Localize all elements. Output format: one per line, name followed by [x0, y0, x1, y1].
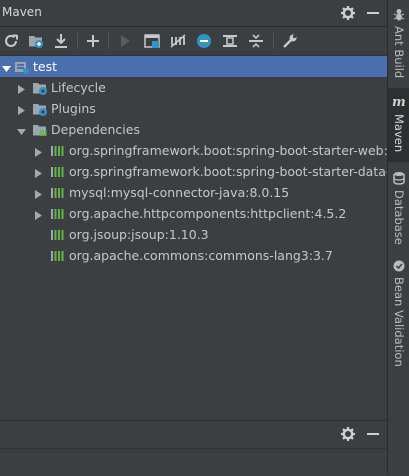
maven-project-icon — [14, 59, 30, 75]
tab-ant-build[interactable]: Ant Build — [388, 4, 409, 82]
collapsed-arrow-icon[interactable] — [34, 209, 43, 220]
tool-window-header: Maven — [0, 0, 387, 27]
maven-tool-window: Maven test Lifecycle Plugins Dependencie… — [0, 0, 387, 476]
plus-icon[interactable] — [84, 32, 102, 50]
tree-node-dependency[interactable]: org.apache.commons:commons-lang3:3.7 — [0, 245, 387, 266]
tree-node-label: org.apache.commons:commons-lang3:3.7 — [69, 248, 333, 263]
bean-validation-icon — [391, 259, 407, 273]
secondary-panel-body — [0, 448, 387, 476]
folder-gear-icon — [32, 80, 48, 96]
tree-node-lifecycle[interactable]: Lifecycle — [0, 77, 387, 98]
library-icon — [49, 143, 65, 159]
tree-node-label: mysql:mysql-connector-java:8.0.15 — [69, 185, 290, 200]
panel-title: Maven — [2, 5, 42, 19]
tree-node-label: org.jsoup:jsoup:1.10.3 — [69, 227, 209, 242]
maven-goal-icon[interactable] — [143, 32, 161, 50]
maven-m-icon: m — [391, 94, 407, 110]
library-icon — [49, 185, 65, 201]
tab-label: Ant Build — [392, 26, 406, 79]
tree-node-label: org.apache.httpcomponents:httpclient:4.5… — [69, 206, 347, 221]
tree-node-dependencies[interactable]: Dependencies — [0, 119, 387, 140]
library-icon — [49, 164, 65, 180]
hide-panel-icon[interactable] — [365, 426, 381, 442]
run-icon[interactable] — [116, 32, 134, 50]
toolbar-separator — [77, 33, 78, 49]
tree-node-dependency[interactable]: org.apache.httpcomponents:httpclient:4.5… — [0, 203, 387, 224]
tree-node-dependency[interactable]: mysql:mysql-connector-java:8.0.15 — [0, 182, 387, 203]
expanded-arrow-icon[interactable] — [17, 125, 26, 135]
svg-text:m: m — [392, 95, 406, 108]
settings-wrench-icon[interactable] — [281, 32, 299, 50]
tree-node-plugins[interactable]: Plugins — [0, 98, 387, 119]
right-tool-strip: Ant Build m Maven Database Bean Validati… — [387, 0, 409, 475]
tree-node-dependency[interactable]: org.springframework.boot:spring-boot-sta… — [0, 140, 387, 161]
tree-node-label: Dependencies — [51, 122, 140, 137]
toolbar-separator — [108, 33, 109, 49]
maven-projects-tree: test Lifecycle Plugins Dependencies org.… — [0, 56, 387, 416]
collapsed-arrow-icon[interactable] — [34, 188, 43, 199]
folder-library-icon — [32, 122, 48, 138]
refresh-icon[interactable] — [2, 32, 20, 50]
hide-panel-icon[interactable] — [365, 5, 381, 21]
tree-node-label: Plugins — [51, 101, 96, 116]
tree-node-project[interactable]: test — [0, 56, 387, 77]
tab-label: Bean Validation — [392, 277, 406, 367]
database-icon — [391, 171, 407, 185]
gear-icon[interactable] — [340, 426, 356, 442]
show-dependencies-icon[interactable] — [221, 32, 239, 50]
download-icon[interactable] — [52, 32, 70, 50]
skip-tests-icon[interactable] — [195, 32, 213, 50]
folder-gear-icon — [32, 101, 48, 117]
collapsed-arrow-icon[interactable] — [17, 83, 26, 94]
library-icon — [49, 248, 65, 264]
tree-node-label: org.springframework.boot:spring-boot-sta… — [69, 164, 387, 179]
secondary-panel-header — [0, 420, 387, 448]
tab-maven[interactable]: m Maven — [388, 88, 409, 162]
library-icon — [49, 206, 65, 222]
add-maven-projects-icon[interactable] — [27, 32, 45, 50]
collapse-all-icon[interactable] — [247, 32, 265, 50]
tree-node-dependency[interactable]: org.jsoup:jsoup:1.10.3 — [0, 224, 387, 245]
tree-node-label: org.springframework.boot:spring-boot-sta… — [69, 143, 387, 158]
toggle-offline-icon[interactable] — [169, 32, 187, 50]
tab-label: Database — [392, 190, 406, 245]
tree-node-dependency[interactable]: org.springframework.boot:spring-boot-sta… — [0, 161, 387, 182]
tab-database[interactable]: Database — [388, 168, 409, 245]
maven-toolbar — [0, 27, 387, 56]
collapsed-arrow-icon[interactable] — [34, 146, 43, 157]
ant-icon — [391, 8, 407, 22]
tree-node-label: test — [33, 59, 58, 74]
collapsed-arrow-icon[interactable] — [17, 104, 26, 115]
tab-bean-validation[interactable]: Bean Validation — [388, 255, 409, 385]
gear-icon[interactable] — [340, 5, 356, 21]
tab-label: Maven — [392, 114, 406, 153]
expanded-arrow-icon[interactable] — [2, 62, 11, 72]
tree-node-label: Lifecycle — [51, 80, 106, 95]
toolbar-separator — [273, 33, 274, 49]
library-icon — [49, 227, 65, 243]
collapsed-arrow-icon[interactable] — [34, 167, 43, 178]
